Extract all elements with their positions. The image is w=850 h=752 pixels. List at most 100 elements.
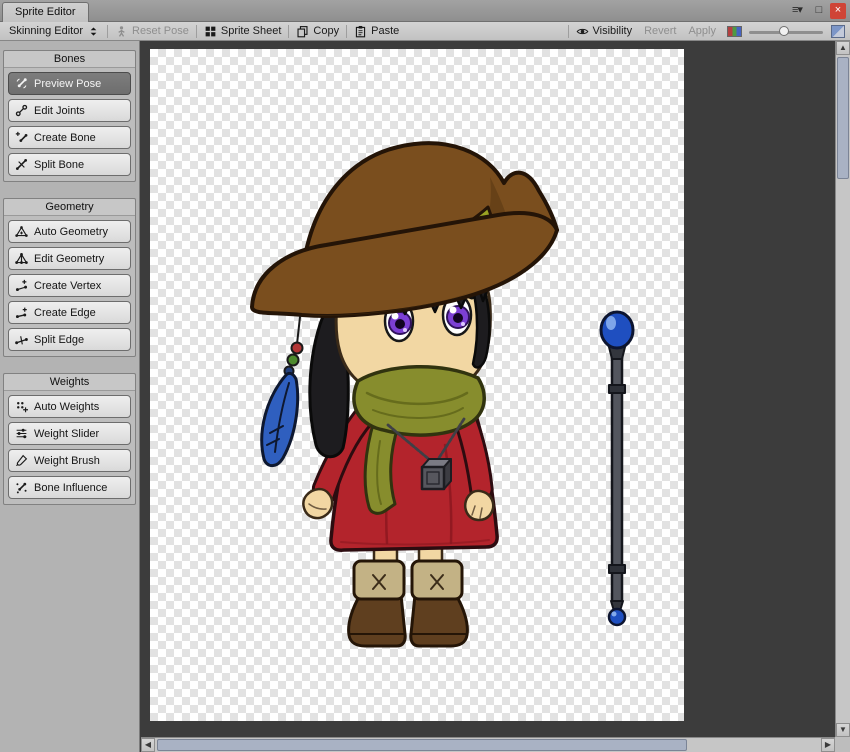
tab-strip: Sprite Editor ≡▾ □ × — [0, 0, 850, 22]
paste-label: Paste — [371, 25, 400, 37]
auto-geometry-icon — [15, 225, 28, 238]
toolbar-separator — [195, 24, 197, 38]
auto-weights-icon — [15, 400, 28, 413]
horizontal-scrollbar-thumb[interactable] — [157, 739, 687, 751]
feather-charm — [260, 316, 304, 468]
window-controls: ≡▾ □ × — [786, 3, 846, 19]
split-bone-button[interactable]: Split Bone — [8, 153, 131, 176]
copy-icon — [296, 25, 309, 38]
split-edge-label: Split Edge — [34, 333, 85, 346]
apply-label: Apply — [688, 25, 716, 37]
visibility-button[interactable]: Visibility — [570, 23, 639, 40]
weight-brush-label: Weight Brush — [34, 454, 100, 467]
bone-influence-icon — [15, 481, 28, 494]
paste-button[interactable]: Paste — [348, 23, 405, 40]
sprite-sheet-label: Sprite Sheet — [220, 25, 282, 37]
apply-button[interactable]: Apply — [682, 23, 722, 40]
geometry-panel-title: Geometry — [4, 199, 135, 216]
edit-geometry-icon — [15, 252, 28, 265]
create-bone-icon — [15, 131, 28, 144]
edit-joints-icon — [15, 104, 28, 117]
preview-pose-button[interactable]: Preview Pose — [8, 72, 131, 95]
toolbar-separator — [567, 24, 569, 38]
rgb-swatch-icon[interactable] — [727, 25, 742, 37]
split-bone-label: Split Bone — [34, 158, 85, 171]
scarf-wrap — [352, 365, 486, 437]
revert-label: Revert — [644, 25, 677, 37]
editor-mode-label: Skinning Editor — [9, 25, 83, 37]
edit-joints-button[interactable]: Edit Joints — [8, 99, 131, 122]
create-vertex-label: Create Vertex — [34, 279, 102, 292]
tab-sprite-editor[interactable]: Sprite Editor — [2, 2, 89, 22]
scroll-left-icon[interactable]: ◀ — [141, 738, 155, 752]
witch-hat — [250, 141, 559, 318]
create-edge-button[interactable]: Create Edge — [8, 301, 131, 324]
bone-influence-label: Bone Influence — [34, 481, 108, 494]
weights-panel-title: Weights — [4, 374, 135, 391]
weight-slider-label: Weight Slider — [34, 427, 100, 440]
auto-weights-label: Auto Weights — [34, 400, 100, 413]
window-menu-icon[interactable]: ≡▾ — [786, 3, 808, 19]
toolbar: Skinning Editor Reset Pose Sprite Sheet … — [0, 22, 850, 41]
updown-arrows-icon — [87, 25, 100, 38]
scrollbar-corner — [835, 737, 850, 752]
create-bone-button[interactable]: Create Bone — [8, 126, 131, 149]
sprite-sheet-button[interactable]: Sprite Sheet — [198, 23, 288, 40]
geometry-panel: Geometry Auto Geometry Edit Geometry Cre… — [3, 198, 136, 357]
scroll-down-icon[interactable]: ▼ — [836, 723, 850, 737]
split-edge-button[interactable]: Split Edge — [8, 328, 131, 351]
weight-brush-button[interactable]: Weight Brush — [8, 449, 131, 472]
preview-pose-label: Preview Pose — [34, 77, 102, 90]
auto-weights-button[interactable]: Auto Weights — [8, 395, 131, 418]
sprite-editor-window: Sprite Editor ≡▾ □ × Skinning Editor Res… — [0, 0, 850, 752]
close-icon[interactable]: × — [830, 3, 846, 19]
vertical-scrollbar-thumb[interactable] — [837, 57, 849, 179]
reset-pose-label: Reset Pose — [132, 25, 189, 37]
zoom-slider-thumb[interactable] — [779, 25, 789, 36]
sprite-viewport[interactable] — [150, 49, 684, 721]
edit-geometry-button[interactable]: Edit Geometry — [8, 247, 131, 270]
overlay-toggle-icon[interactable] — [831, 24, 845, 38]
create-edge-icon — [15, 306, 28, 319]
weight-brush-icon — [15, 454, 28, 467]
create-vertex-button[interactable]: Create Vertex — [8, 274, 131, 297]
scroll-right-icon[interactable]: ▶ — [821, 738, 835, 752]
editor-canvas[interactable] — [141, 41, 835, 737]
edit-joints-label: Edit Joints — [34, 104, 85, 117]
weights-panel: Weights Auto Weights Weight Slider Weigh… — [3, 373, 136, 505]
reset-pose-icon — [115, 25, 128, 38]
toolbar-separator — [288, 24, 290, 38]
boots — [347, 559, 469, 648]
auto-geometry-label: Auto Geometry — [34, 225, 108, 238]
horizontal-scrollbar[interactable]: ◀ ▶ — [141, 737, 835, 752]
zoom-slider[interactable] — [749, 23, 823, 40]
revert-button[interactable]: Revert — [638, 23, 682, 40]
create-vertex-icon — [15, 279, 28, 292]
paste-icon — [354, 25, 367, 38]
visibility-eye-icon — [576, 25, 589, 38]
create-edge-label: Create Edge — [34, 306, 96, 319]
staff-sprite — [599, 310, 635, 627]
maximize-icon[interactable]: □ — [811, 3, 827, 19]
scroll-up-icon[interactable]: ▲ — [836, 41, 850, 55]
toolbar-separator — [346, 24, 348, 38]
character-sprite — [250, 141, 559, 648]
auto-geometry-button[interactable]: Auto Geometry — [8, 220, 131, 243]
copy-label: Copy — [313, 25, 340, 37]
weight-slider-button[interactable]: Weight Slider — [8, 422, 131, 445]
bones-panel-title: Bones — [4, 51, 135, 68]
reset-pose-button[interactable]: Reset Pose — [109, 23, 195, 40]
create-bone-label: Create Bone — [34, 131, 96, 144]
bone-influence-button[interactable]: Bone Influence — [8, 476, 131, 499]
split-bone-icon — [15, 158, 28, 171]
editor-mode-dropdown[interactable]: Skinning Editor — [3, 23, 106, 40]
edit-geometry-label: Edit Geometry — [34, 252, 105, 265]
sprite-canvas-svg[interactable] — [150, 49, 684, 721]
bones-panel: Bones Preview Pose Edit Joints Create Bo… — [3, 50, 136, 182]
vertical-scrollbar[interactable]: ▲ ▼ — [835, 41, 850, 737]
copy-button[interactable]: Copy — [290, 23, 345, 40]
sprite-sheet-icon — [204, 25, 217, 38]
preview-pose-icon — [15, 77, 28, 90]
tool-sidebar: Bones Preview Pose Edit Joints Create Bo… — [0, 41, 140, 752]
weight-slider-icon — [15, 427, 28, 440]
